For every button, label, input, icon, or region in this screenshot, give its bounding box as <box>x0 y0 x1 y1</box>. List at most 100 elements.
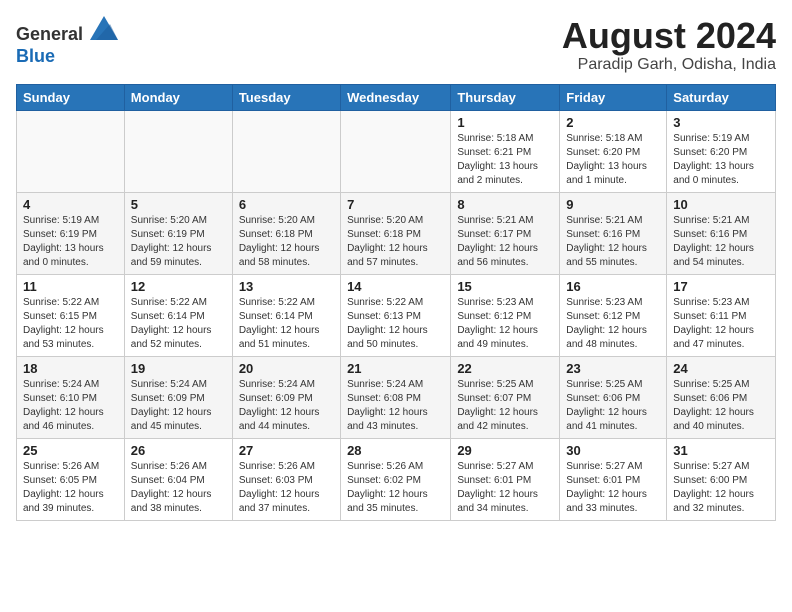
day-number: 26 <box>131 443 226 458</box>
day-info: Sunrise: 5:26 AM Sunset: 6:03 PM Dayligh… <box>239 460 334 516</box>
day-number: 4 <box>23 197 118 212</box>
day-info: Sunrise: 5:20 AM Sunset: 6:18 PM Dayligh… <box>347 214 444 270</box>
calendar-subtitle: Paradip Garh, Odisha, India <box>562 56 776 74</box>
calendar-week-1: 1 Sunrise: 5:18 AM Sunset: 6:21 PM Daylig… <box>17 110 776 192</box>
day-number: 12 <box>131 279 226 294</box>
day-info: Sunrise: 5:22 AM Sunset: 6:14 PM Dayligh… <box>131 296 226 352</box>
day-info: Sunrise: 5:24 AM Sunset: 6:08 PM Dayligh… <box>347 378 444 434</box>
calendar-cell <box>124 110 232 192</box>
day-number: 7 <box>347 197 444 212</box>
day-info: Sunrise: 5:20 AM Sunset: 6:18 PM Dayligh… <box>239 214 334 270</box>
column-header-sunday: Sunday <box>17 84 125 110</box>
column-header-wednesday: Wednesday <box>341 84 451 110</box>
day-info: Sunrise: 5:26 AM Sunset: 6:02 PM Dayligh… <box>347 460 444 516</box>
day-number: 5 <box>131 197 226 212</box>
calendar-cell: 22 Sunrise: 5:25 AM Sunset: 6:07 PM Dayli… <box>451 356 560 438</box>
day-number: 1 <box>457 115 553 130</box>
calendar-cell: 13 Sunrise: 5:22 AM Sunset: 6:14 PM Dayli… <box>232 274 340 356</box>
day-info: Sunrise: 5:26 AM Sunset: 6:04 PM Dayligh… <box>131 460 226 516</box>
calendar-cell: 16 Sunrise: 5:23 AM Sunset: 6:12 PM Dayli… <box>560 274 667 356</box>
day-info: Sunrise: 5:22 AM Sunset: 6:14 PM Dayligh… <box>239 296 334 352</box>
column-header-friday: Friday <box>560 84 667 110</box>
day-info: Sunrise: 5:23 AM Sunset: 6:11 PM Dayligh… <box>673 296 769 352</box>
calendar-cell: 18 Sunrise: 5:24 AM Sunset: 6:10 PM Dayli… <box>17 356 125 438</box>
calendar-title: August 2024 <box>562 16 776 56</box>
calendar-cell: 24Sunrise: 5:25 AM Sunset: 6:06 PM Dayli… <box>667 356 776 438</box>
day-number: 10 <box>673 197 769 212</box>
calendar-week-2: 4 Sunrise: 5:19 AM Sunset: 6:19 PM Daylig… <box>17 192 776 274</box>
calendar-cell: 30 Sunrise: 5:27 AM Sunset: 6:01 PM Dayli… <box>560 438 667 520</box>
calendar-cell: 2Sunrise: 5:18 AM Sunset: 6:20 PM Daylig… <box>560 110 667 192</box>
calendar-cell: 20Sunrise: 5:24 AM Sunset: 6:09 PM Dayli… <box>232 356 340 438</box>
day-number: 30 <box>566 443 660 458</box>
day-number: 25 <box>23 443 118 458</box>
day-info: Sunrise: 5:18 AM Sunset: 6:21 PM Dayligh… <box>457 132 553 188</box>
logo-icon <box>90 16 118 40</box>
day-info: Sunrise: 5:25 AM Sunset: 6:06 PM Dayligh… <box>673 378 769 434</box>
day-number: 8 <box>457 197 553 212</box>
day-number: 14 <box>347 279 444 294</box>
calendar-cell: 19 Sunrise: 5:24 AM Sunset: 6:09 PM Dayli… <box>124 356 232 438</box>
day-info: Sunrise: 5:21 AM Sunset: 6:16 PM Dayligh… <box>566 214 660 270</box>
day-info: Sunrise: 5:19 AM Sunset: 6:19 PM Dayligh… <box>23 214 118 270</box>
calendar-cell: 6 Sunrise: 5:20 AM Sunset: 6:18 PM Daylig… <box>232 192 340 274</box>
header: General Blue August 2024 Paradip Garh, O… <box>16 16 776 74</box>
calendar-cell <box>17 110 125 192</box>
day-number: 9 <box>566 197 660 212</box>
day-info: Sunrise: 5:23 AM Sunset: 6:12 PM Dayligh… <box>566 296 660 352</box>
day-number: 17 <box>673 279 769 294</box>
day-number: 19 <box>131 361 226 376</box>
logo: General Blue <box>16 16 118 67</box>
calendar-cell: 28 Sunrise: 5:26 AM Sunset: 6:02 PM Dayli… <box>341 438 451 520</box>
calendar-cell: 5 Sunrise: 5:20 AM Sunset: 6:19 PM Daylig… <box>124 192 232 274</box>
day-info: Sunrise: 5:27 AM Sunset: 6:01 PM Dayligh… <box>566 460 660 516</box>
day-info: Sunrise: 5:27 AM Sunset: 6:00 PM Dayligh… <box>673 460 769 516</box>
calendar-week-3: 11 Sunrise: 5:22 AM Sunset: 6:15 PM Dayli… <box>17 274 776 356</box>
calendar-cell <box>232 110 340 192</box>
calendar-week-4: 18 Sunrise: 5:24 AM Sunset: 6:10 PM Dayli… <box>17 356 776 438</box>
day-number: 11 <box>23 279 118 294</box>
calendar-cell: 23Sunrise: 5:25 AM Sunset: 6:06 PM Dayli… <box>560 356 667 438</box>
calendar-cell: 31 Sunrise: 5:27 AM Sunset: 6:00 PM Dayli… <box>667 438 776 520</box>
day-number: 23 <box>566 361 660 376</box>
day-number: 13 <box>239 279 334 294</box>
calendar-cell: 21 Sunrise: 5:24 AM Sunset: 6:08 PM Dayli… <box>341 356 451 438</box>
day-info: Sunrise: 5:24 AM Sunset: 6:09 PM Dayligh… <box>131 378 226 434</box>
day-number: 29 <box>457 443 553 458</box>
calendar-table: SundayMondayTuesdayWednesdayThursdayFrid… <box>16 84 776 521</box>
day-info: Sunrise: 5:20 AM Sunset: 6:19 PM Dayligh… <box>131 214 226 270</box>
day-number: 15 <box>457 279 553 294</box>
column-header-tuesday: Tuesday <box>232 84 340 110</box>
day-info: Sunrise: 5:21 AM Sunset: 6:16 PM Dayligh… <box>673 214 769 270</box>
calendar-cell: 3Sunrise: 5:19 AM Sunset: 6:20 PM Daylig… <box>667 110 776 192</box>
day-number: 28 <box>347 443 444 458</box>
calendar-cell <box>341 110 451 192</box>
day-number: 6 <box>239 197 334 212</box>
day-info: Sunrise: 5:22 AM Sunset: 6:15 PM Dayligh… <box>23 296 118 352</box>
column-header-thursday: Thursday <box>451 84 560 110</box>
calendar-cell: 4 Sunrise: 5:19 AM Sunset: 6:19 PM Daylig… <box>17 192 125 274</box>
title-area: August 2024 Paradip Garh, Odisha, India <box>562 16 776 74</box>
day-info: Sunrise: 5:25 AM Sunset: 6:07 PM Dayligh… <box>457 378 553 434</box>
calendar-cell: 15Sunrise: 5:23 AM Sunset: 6:12 PM Dayli… <box>451 274 560 356</box>
day-number: 21 <box>347 361 444 376</box>
calendar-cell: 10 Sunrise: 5:21 AM Sunset: 6:16 PM Dayli… <box>667 192 776 274</box>
day-info: Sunrise: 5:19 AM Sunset: 6:20 PM Dayligh… <box>673 132 769 188</box>
column-header-monday: Monday <box>124 84 232 110</box>
day-number: 18 <box>23 361 118 376</box>
day-info: Sunrise: 5:24 AM Sunset: 6:10 PM Dayligh… <box>23 378 118 434</box>
column-header-saturday: Saturday <box>667 84 776 110</box>
calendar-cell: 9 Sunrise: 5:21 AM Sunset: 6:16 PM Daylig… <box>560 192 667 274</box>
calendar-cell: 7 Sunrise: 5:20 AM Sunset: 6:18 PM Daylig… <box>341 192 451 274</box>
calendar-cell: 29Sunrise: 5:27 AM Sunset: 6:01 PM Dayli… <box>451 438 560 520</box>
day-info: Sunrise: 5:24 AM Sunset: 6:09 PM Dayligh… <box>239 378 334 434</box>
day-number: 22 <box>457 361 553 376</box>
day-info: Sunrise: 5:18 AM Sunset: 6:20 PM Dayligh… <box>566 132 660 188</box>
calendar-cell: 27Sunrise: 5:26 AM Sunset: 6:03 PM Dayli… <box>232 438 340 520</box>
day-info: Sunrise: 5:22 AM Sunset: 6:13 PM Dayligh… <box>347 296 444 352</box>
calendar-cell: 25Sunrise: 5:26 AM Sunset: 6:05 PM Dayli… <box>17 438 125 520</box>
day-number: 31 <box>673 443 769 458</box>
day-number: 16 <box>566 279 660 294</box>
logo-blue: Blue <box>16 46 55 66</box>
calendar-cell: 8Sunrise: 5:21 AM Sunset: 6:17 PM Daylig… <box>451 192 560 274</box>
